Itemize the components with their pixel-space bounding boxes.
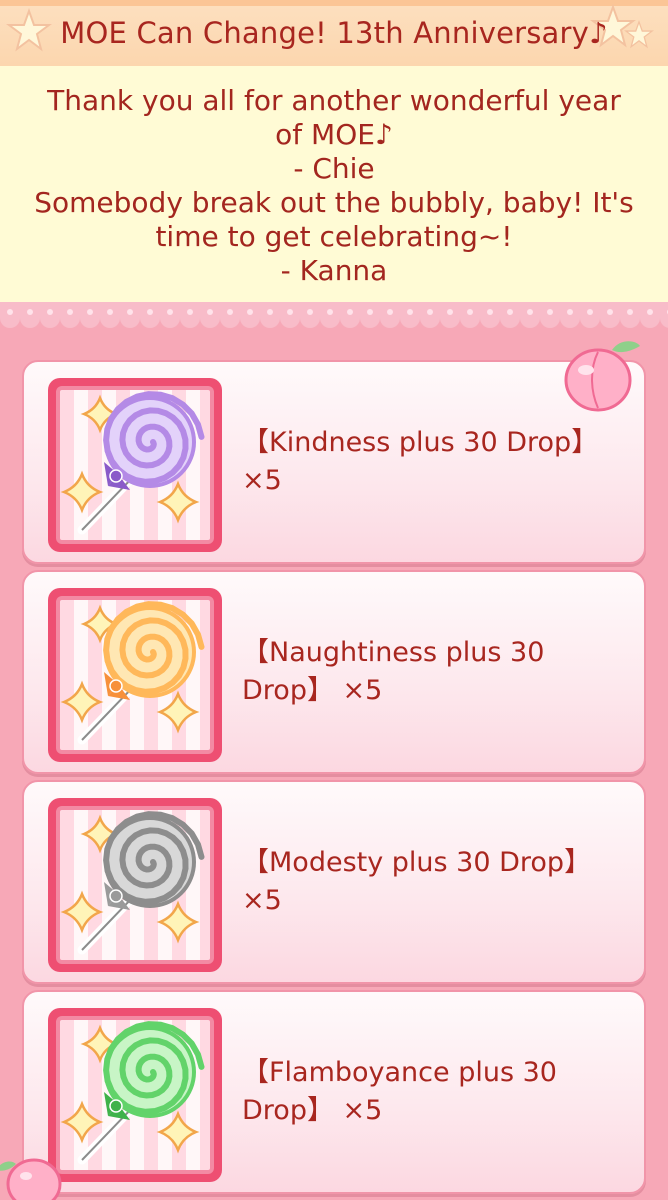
header-rim [0,0,668,6]
message-line: time to get celebrating~! [155,220,513,253]
peach-icon [0,1158,62,1200]
reward-name: 【Flamboyance plus 30 [242,1057,557,1088]
reward-card[interactable]: 【Kindness plus 30 Drop】 ×5 [22,360,646,564]
reward-icon-frame [48,588,222,762]
lollipop-icon [60,1021,205,1165]
reward-card[interactable]: 【Flamboyance plus 30 Drop】 ×5 [22,990,646,1194]
reward-label: 【Modesty plus 30 Drop】 ×5 [242,844,614,920]
reward-label: 【Naughtiness plus 30 Drop】 ×5 [242,634,614,710]
reward-quantity: Drop】 ×5 [242,1095,383,1126]
reward-card[interactable]: 【Modesty plus 30 Drop】 ×5 [22,780,646,984]
sparkle-icon [60,1100,104,1144]
reward-label: 【Kindness plus 30 Drop】 ×5 [242,424,614,500]
message-line: Thank you all for another wonderful year [47,84,621,117]
message-line: - Chie [293,152,375,185]
reward-icon-frame [48,1008,222,1182]
message-line: Somebody break out the bubbly, baby! It'… [34,186,634,219]
reward-quantity: Drop】 ×5 [242,675,383,706]
reward-name: 【Naughtiness plus 30 [242,637,545,668]
sparkle-icon [156,690,200,734]
sparkle-icon [60,680,104,724]
sparkle-icon [156,900,200,944]
lollipop-icon [60,811,205,955]
reward-icon-frame [48,798,222,972]
reward-card[interactable]: 【Naughtiness plus 30 Drop】 ×5 [22,570,646,774]
lollipop-icon [60,391,205,535]
page-title: MOE Can Change! 13th Anniversary♪ [60,16,608,50]
sparkle-icon [60,470,104,514]
sparkle-icon [60,890,104,934]
sparkle-icon [156,480,200,524]
header-bar: MOE Can Change! 13th Anniversary♪ [0,0,668,66]
lollipop-icon [60,601,205,745]
anniversary-message: Thank you all for another wonderful year… [0,66,668,300]
reward-icon-frame [48,378,222,552]
message-line: of MOE♪ [275,118,393,151]
lace-trim [0,296,668,328]
message-line: - Kanna [280,254,388,287]
reward-name: 【Kindness plus 30 Drop】 [242,427,599,458]
peach-icon [564,341,640,412]
reward-quantity: ×5 [242,465,282,496]
sparkle-icon [156,1110,200,1154]
reward-name: 【Modesty plus 30 Drop】 [242,847,592,878]
reward-quantity: ×5 [242,885,282,916]
reward-label: 【Flamboyance plus 30 Drop】 ×5 [242,1054,614,1130]
